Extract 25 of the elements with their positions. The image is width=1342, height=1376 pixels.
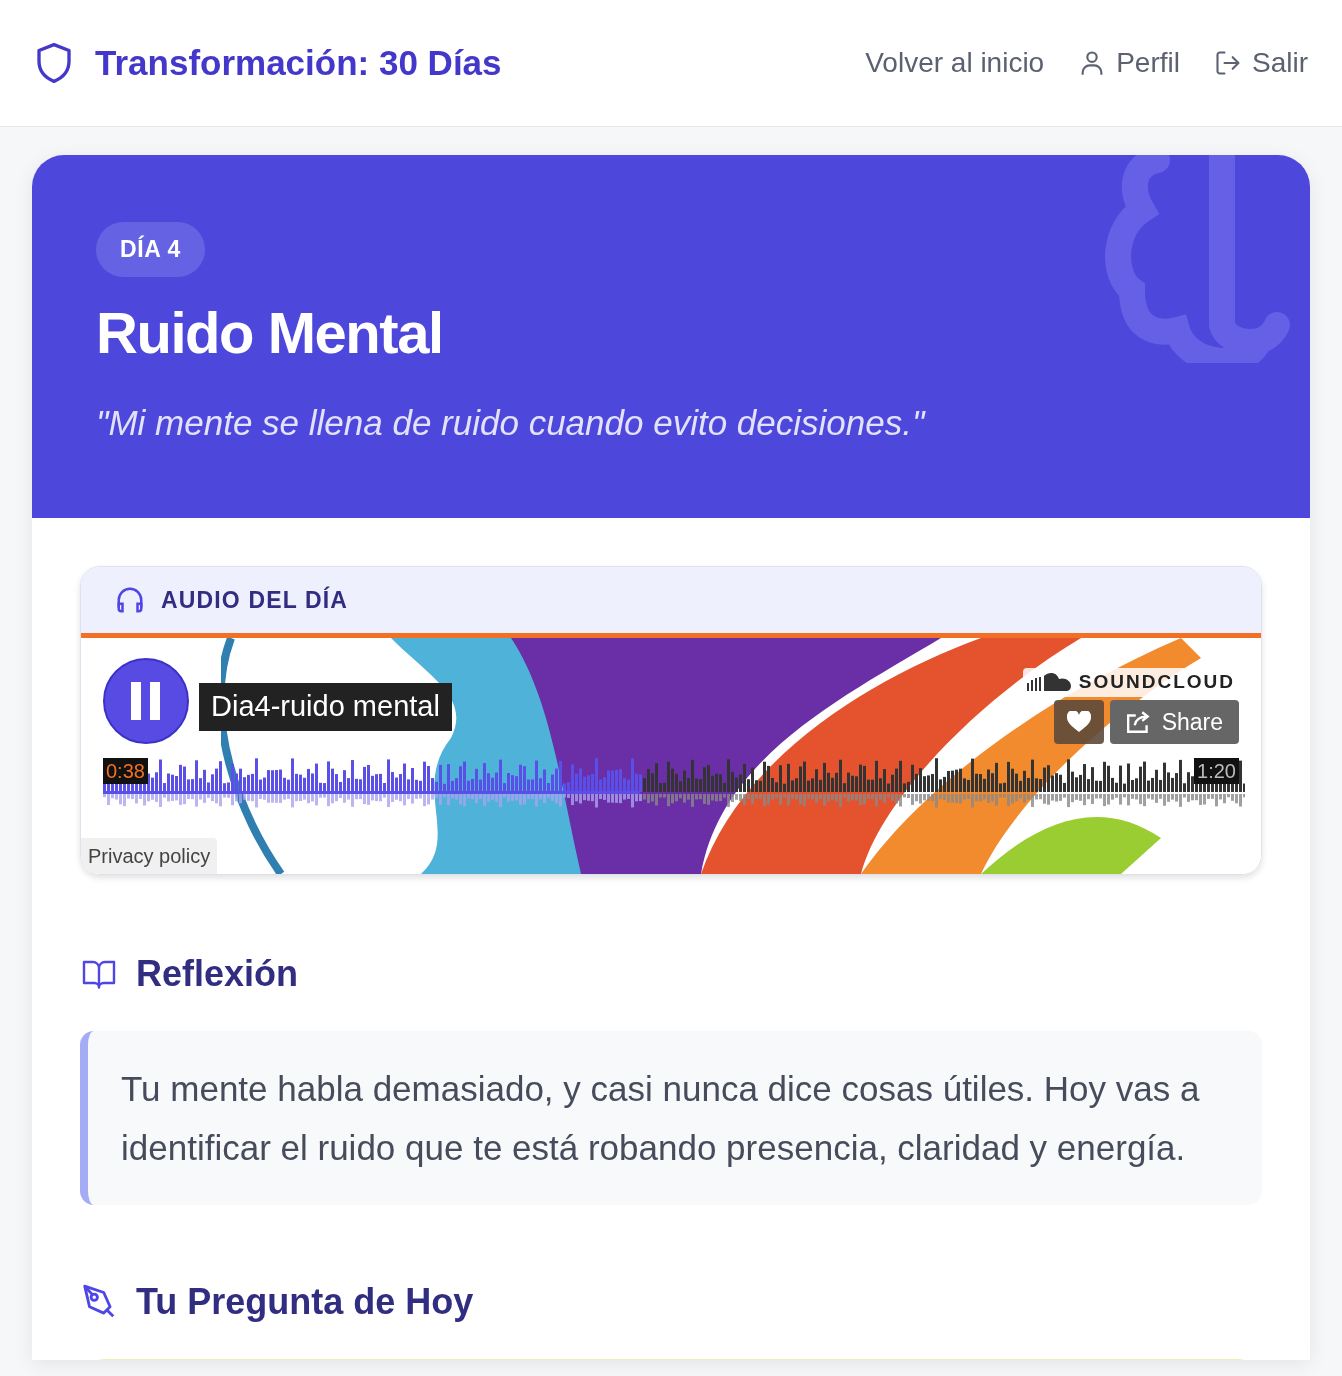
day-title: Ruido Mental [96, 298, 444, 367]
like-button[interactable] [1053, 700, 1104, 744]
share-button[interactable]: Share [1109, 700, 1239, 744]
nav-link[interactable]: Perfil [1078, 42, 1180, 84]
privacy-policy-link[interactable]: Privacy policy [81, 838, 218, 874]
share-icon [1125, 710, 1152, 734]
audio-heading: AUDIO DEL DÍA [161, 585, 349, 615]
headphones-icon [115, 585, 145, 615]
logout-icon [1214, 48, 1242, 78]
track-duration: 1:20 [1194, 758, 1239, 784]
reflection-text: Tu mente habla demasiado, y casi nunca dice cosas útiles. Hoy vas a identificar el ruido que te está robando presencia, claridad y energía. [121, 1068, 1201, 1169]
app-title: Transformación: 30 Días [95, 41, 502, 84]
section-heading: Reflexión [136, 952, 299, 996]
heart-icon [1066, 711, 1091, 733]
track-title: Dia4-ruido mental [199, 683, 452, 731]
section-heading: Tu Pregunta de Hoy [136, 1280, 474, 1324]
soundcloud-wordmark: SOUNDCLOUD [1078, 670, 1235, 694]
day-badge: DÍA 4 [96, 222, 205, 277]
shield-icon [34, 40, 74, 86]
pause-icon [131, 682, 161, 720]
nav-link[interactable]: Volver al inicio [865, 42, 1045, 84]
nav-link[interactable]: Salir [1214, 42, 1308, 84]
soundcloud-logo-icon [1026, 671, 1071, 694]
elapsed-time: 0:38 [103, 758, 148, 784]
day-quote: "Mi mente se llena de ruido cuando evito decisiones." [96, 402, 927, 444]
